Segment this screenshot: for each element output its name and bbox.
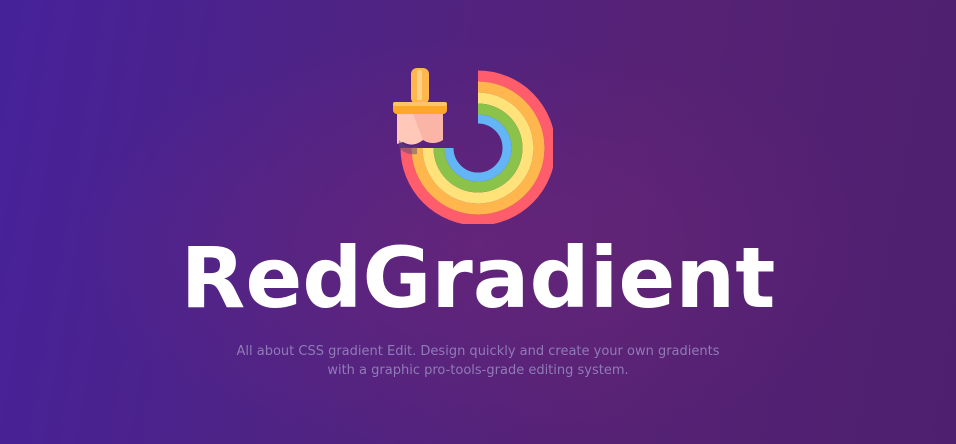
hero-subtitle: All about CSS gradient Edit. Design quic… bbox=[0, 342, 956, 380]
paintbrush-rainbow-icon bbox=[383, 64, 556, 226]
subtitle-line-1: All about CSS gradient Edit. Design quic… bbox=[236, 344, 720, 359]
subtitle-line-2: with a graphic pro-tools-grade editing s… bbox=[327, 363, 629, 378]
brand-title: RedGradient bbox=[180, 229, 776, 327]
hero-section: RedGradient All about CSS gradient Edit.… bbox=[0, 0, 956, 444]
